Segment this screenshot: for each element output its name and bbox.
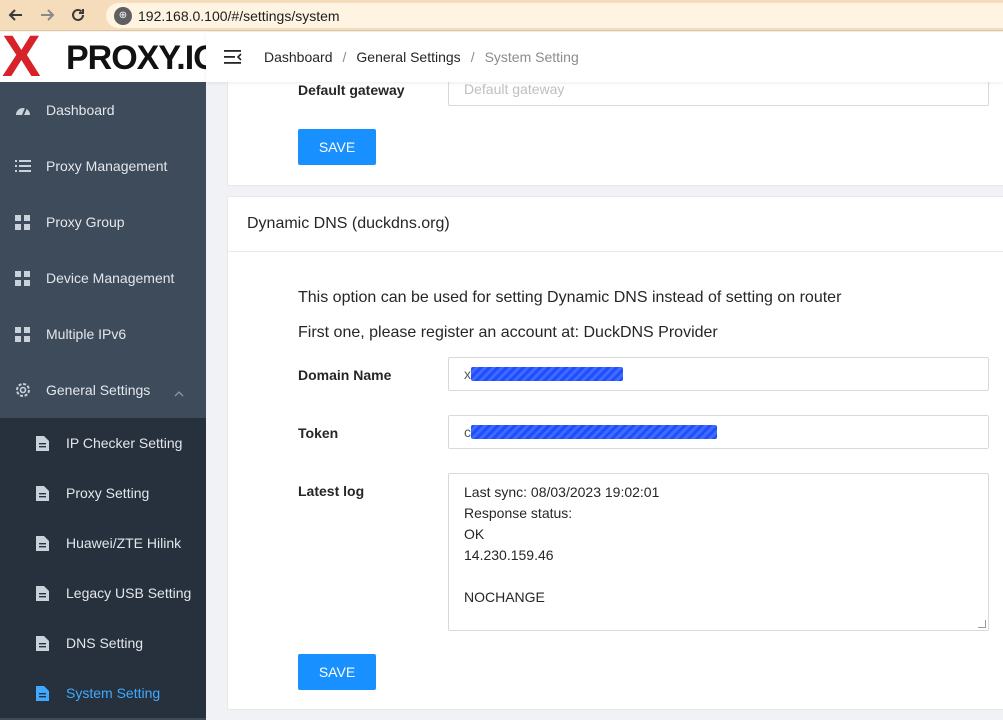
ddns-register-note: First one, please register an account at… [298,324,718,341]
sidebar-item-label: Huawei/ZTE Hilink [66,535,182,551]
grid-icon [0,214,46,230]
submenu-general-settings: IP Checker Setting Proxy Setting Huawei/… [0,418,206,718]
back-button[interactable] [0,0,31,31]
token-label: Token [298,425,339,441]
file-icon [0,535,66,551]
sidebar-item-label: Dashboard [46,102,115,118]
log-line: OK [464,526,485,542]
file-icon [0,635,66,651]
sidebar-item-label: Legacy USB Setting [66,585,192,601]
latest-log-textarea[interactable]: Last sync: 08/03/2023 19:02:01 Response … [448,473,989,631]
arrow-left-icon [8,9,22,21]
breadcrumb-general-settings[interactable]: General Settings [356,49,460,65]
breadcrumb-separator: / [470,49,475,65]
sidebar-item-label: System Setting [66,685,161,701]
chevron-up-icon [174,384,184,400]
log-line: Response status: [464,505,573,521]
file-icon [0,585,66,601]
menu-fold-icon [224,50,242,64]
log-line: NOCHANGE [464,589,545,605]
domain-name-label: Domain Name [298,367,392,383]
redacted-token-mask [471,425,717,439]
ddns-description: This option can be used for setting Dyna… [298,289,842,306]
sidebar-item-label: Device Management [46,270,175,286]
sidebar-item-legacy-usb-setting[interactable]: Legacy USB Setting [0,568,206,618]
domain-name-input[interactable]: x [448,357,989,391]
sidebar-item-label: Proxy Management [46,158,168,174]
url-text: 192.168.0.100/#/settings/system [138,7,340,24]
menu-fold-button[interactable] [208,50,258,64]
log-line: Last sync: 08/03/2023 19:02:01 [464,484,660,500]
sidebar-item-device-management[interactable]: Device Management [0,250,206,306]
list-icon [0,159,46,173]
file-icon [0,685,66,701]
breadcrumb-dashboard[interactable]: Dashboard [264,49,333,65]
sidebar-item-proxy-group[interactable]: Proxy Group [0,194,206,250]
save-network-button[interactable]: SAVE [298,129,376,165]
browser-toolbar: ⊕ 192.168.0.100/#/settings/system [0,0,1003,31]
breadcrumb-system-setting: System Setting [484,49,579,65]
file-icon [0,485,66,501]
dashboard-icon [0,103,46,117]
sidebar-item-dashboard[interactable]: Dashboard [0,82,206,138]
sidebar-item-label: General Settings [46,382,151,398]
gear-icon [0,382,46,398]
sidebar-item-huawei-zte-hilink[interactable]: Huawei/ZTE Hilink [0,518,206,568]
arrow-right-icon [40,9,54,21]
redacted-domain-mask [471,367,623,381]
gateway-placeholder: Default gateway [464,81,565,97]
breadcrumb: Dashboard / General Settings / System Se… [264,49,579,65]
address-bar[interactable]: ⊕ 192.168.0.100/#/settings/system [106,3,1003,28]
sidebar: X PROXY.IO Dashboard Proxy Management Pr… [0,32,206,720]
domain-value-prefix: x [464,366,471,382]
sidebar-item-ip-checker-setting[interactable]: IP Checker Setting [0,418,206,468]
logo[interactable]: X PROXY.IO [0,32,206,82]
sidebar-item-label: Proxy Group [46,214,125,230]
sidebar-item-label: Multiple IPv6 [46,326,127,342]
sidebar-item-proxy-setting[interactable]: Proxy Setting [0,468,206,518]
breadcrumb-separator: / [342,49,347,65]
log-line: 14.230.159.46 [464,547,554,563]
sidebar-item-multiple-ipv6[interactable]: Multiple IPv6 [0,306,206,362]
grid-icon [0,270,46,286]
sidebar-item-general-settings[interactable]: General Settings [0,362,206,418]
sidebar-item-dns-setting[interactable]: DNS Setting [0,618,206,668]
token-value-prefix: c [464,424,471,440]
reload-button[interactable] [62,0,93,31]
sidebar-item-label: DNS Setting [66,635,144,651]
site-info-icon[interactable]: ⊕ [114,6,132,25]
grid-icon [0,326,46,342]
token-input[interactable]: c [448,415,989,449]
ddns-card: Dynamic DNS (duckdns.org) This option ca… [227,196,1003,710]
logo-x: X [2,32,41,82]
forward-button[interactable] [31,0,62,31]
sidebar-item-system-setting[interactable]: System Setting [0,668,206,718]
reload-icon [71,8,84,21]
sidebar-item-label: Proxy Setting [66,485,150,501]
gateway-label: Default gateway [298,82,405,98]
ddns-card-title: Dynamic DNS (duckdns.org) [228,197,1003,252]
top-header: Dashboard / General Settings / System Se… [206,32,1003,82]
resize-handle[interactable] [978,620,986,628]
sidebar-item-label: IP Checker Setting [66,435,183,451]
latest-log-label: Latest log [298,483,365,499]
logo-text: PROXY.IO [66,39,206,77]
save-ddns-button[interactable]: SAVE [298,654,376,690]
file-icon [0,435,66,451]
sidebar-item-proxy-management[interactable]: Proxy Management [0,138,206,194]
